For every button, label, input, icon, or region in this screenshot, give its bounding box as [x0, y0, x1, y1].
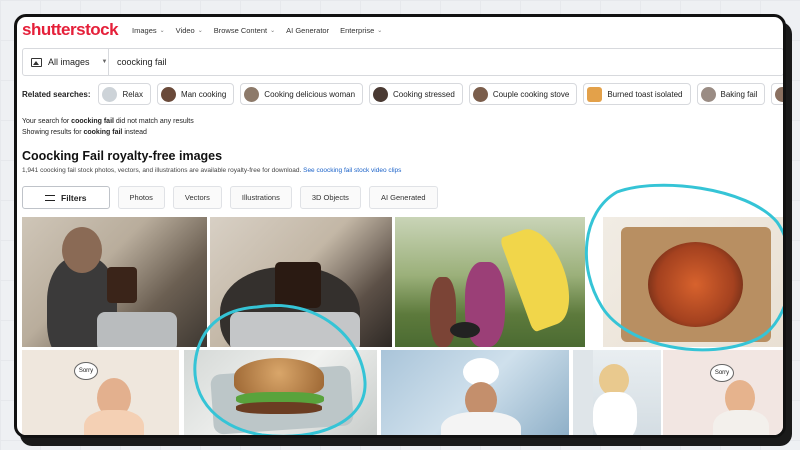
filter-photos[interactable]: Photos	[117, 186, 165, 209]
result-image-woman-fridge[interactable]	[573, 350, 661, 435]
chevron-down-icon: ⌄	[159, 27, 165, 34]
results-summary: 1,941 coocking fail stock photos, vector…	[22, 167, 402, 174]
speech-bubble: Sorry	[74, 362, 98, 380]
chevron-down-icon: ▼	[101, 59, 108, 65]
related-chip-couple-cooking-stove[interactable]: Couple cooking stove	[468, 83, 578, 105]
chevron-down-icon: ⌄	[377, 27, 383, 34]
filters-button[interactable]: Filters	[22, 186, 110, 209]
related-chip-baking-fail[interactable]: Baking fail	[696, 83, 766, 105]
main-menu: Images ⌄ Video ⌄ Browse Content ⌄ AI Genera…	[132, 26, 382, 35]
thumbnail	[775, 86, 783, 102]
related-searches-label: Related searches:	[22, 89, 91, 99]
result-image-woman-burnt-toast[interactable]	[22, 217, 207, 347]
nav-video[interactable]: Video ⌄	[176, 26, 203, 35]
thumbnail	[160, 86, 176, 102]
result-image-burnt-pizza[interactable]	[603, 217, 783, 347]
related-chip-cooking-stressed[interactable]: Cooking stressed	[369, 83, 463, 105]
nav-enterprise[interactable]: Enterprise ⌄	[340, 26, 382, 35]
nav-images[interactable]: Images ⌄	[132, 26, 165, 35]
thumbnail	[587, 86, 603, 102]
chevron-down-icon: ⌄	[197, 27, 203, 34]
thumbnail	[244, 86, 260, 102]
media-type-label: All images	[48, 57, 90, 67]
thumbnail	[373, 86, 389, 102]
result-illustration-sorry-man[interactable]: Sorry	[663, 350, 783, 435]
media-type-select[interactable]: All images ▼	[23, 49, 109, 75]
no-results-message: Your search for coocking fail did not ma…	[22, 118, 194, 125]
search-input[interactable]: coocking fail	[109, 57, 167, 67]
related-chip-relax[interactable]: Relax	[98, 83, 151, 105]
filter-3d-objects[interactable]: 3D Objects	[299, 186, 361, 209]
result-image-bbq-rain-umbrella[interactable]	[395, 217, 585, 347]
related-searches: Related searches: Relax Man cooking Cook…	[22, 83, 783, 105]
thumbnail	[102, 86, 118, 102]
speech-bubble: Sorry	[710, 364, 734, 382]
top-nav: shutterstock Images ⌄ Video ⌄ Browse Conte…	[17, 17, 783, 43]
filter-sliders-icon	[45, 194, 55, 202]
related-chip-co[interactable]: Co	[771, 83, 783, 105]
filter-ai-generated[interactable]: AI Generated	[368, 186, 438, 209]
shutterstock-logo[interactable]: shutterstock	[22, 20, 119, 40]
result-image-hands-burnt-toast[interactable]	[210, 217, 392, 347]
search-bar: All images ▼ coocking fail	[22, 48, 783, 76]
result-image-burnt-burger[interactable]	[184, 350, 377, 435]
related-chip-man-cooking[interactable]: Man cooking	[156, 83, 235, 105]
related-chip-burned-toast-isolated[interactable]: Burned toast isolated	[583, 83, 691, 105]
showing-results-message: Showing results for cooking fail instead	[22, 129, 147, 136]
corrected-term-link[interactable]: cooking fail	[83, 129, 122, 136]
chevron-down-icon: ⌄	[270, 27, 276, 34]
browser-frame: shutterstock Images ⌄ Video ⌄ Browse Conte…	[14, 14, 786, 438]
page-title: Coocking Fail royalty-free images	[22, 149, 223, 163]
image-icon	[31, 57, 42, 67]
thumbnail	[700, 86, 716, 102]
related-chip-cooking-delicious-woman[interactable]: Cooking delicious woman	[240, 83, 364, 105]
thumbnail	[472, 86, 488, 102]
filter-bar: Filters Photos Vectors Illustrations 3D …	[22, 186, 438, 209]
nav-browse-content[interactable]: Browse Content ⌄	[214, 26, 275, 35]
result-illustration-sorry-woman[interactable]: Sorry	[22, 350, 179, 435]
filter-illustrations[interactable]: Illustrations	[229, 186, 292, 209]
video-clips-link[interactable]: See coocking fail stock video clips	[303, 167, 401, 174]
nav-ai-generator[interactable]: AI Generator	[286, 26, 329, 35]
result-image-chef-woman[interactable]	[381, 350, 569, 435]
filter-vectors[interactable]: Vectors	[172, 186, 222, 209]
